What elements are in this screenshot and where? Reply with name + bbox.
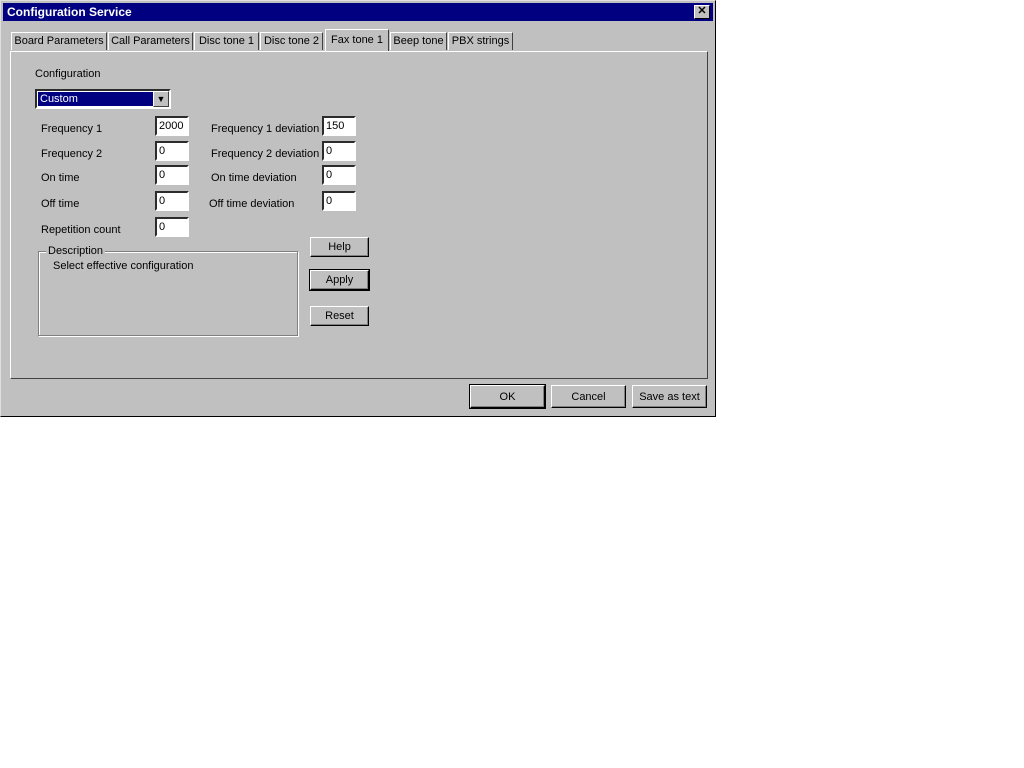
configuration-service-dialog: Configuration Service ✕ Board Parameters…: [0, 0, 716, 417]
frequency-2-field[interactable]: [155, 141, 189, 161]
frequency-1-deviation-field[interactable]: [322, 116, 356, 136]
on-time-label: On time: [41, 172, 80, 184]
cancel-button[interactable]: Cancel: [551, 385, 626, 408]
ok-button[interactable]: OK: [469, 384, 546, 409]
frequency-2-label: Frequency 2: [41, 148, 103, 160]
repetition-count-field[interactable]: [155, 217, 189, 237]
frequency-2-deviation-field[interactable]: [322, 141, 356, 161]
description-text: Select effective configuration: [53, 260, 194, 272]
configuration-selected-value: Custom: [38, 92, 153, 106]
help-button[interactable]: Help: [310, 237, 369, 257]
off-time-deviation-label: Off time deviation: [209, 198, 295, 210]
frequency-1-label: Frequency 1: [41, 123, 103, 135]
on-time-deviation-label: On time deviation: [211, 172, 297, 184]
apply-button[interactable]: Apply: [309, 269, 370, 291]
on-time-field[interactable]: [155, 165, 189, 185]
frequency-1-deviation-label: Frequency 1 deviation: [211, 123, 320, 135]
off-time-deviation-field[interactable]: [322, 191, 356, 211]
on-time-deviation-field[interactable]: [322, 165, 356, 185]
frequency-1-field[interactable]: [155, 116, 189, 136]
description-groupbox: Description Select effective configurati…: [38, 245, 298, 336]
off-time-field[interactable]: [155, 191, 189, 211]
repetition-count-label: Repetition count: [41, 224, 121, 236]
configuration-label: Configuration: [35, 68, 101, 80]
description-legend: Description: [46, 245, 106, 257]
frequency-2-deviation-label: Frequency 2 deviation: [211, 148, 320, 160]
configuration-select[interactable]: Custom ▼: [35, 89, 171, 109]
reset-button[interactable]: Reset: [310, 306, 369, 326]
chevron-down-icon[interactable]: ▼: [153, 91, 169, 107]
off-time-label: Off time: [41, 198, 80, 210]
save-as-text-button[interactable]: Save as text: [632, 385, 707, 408]
